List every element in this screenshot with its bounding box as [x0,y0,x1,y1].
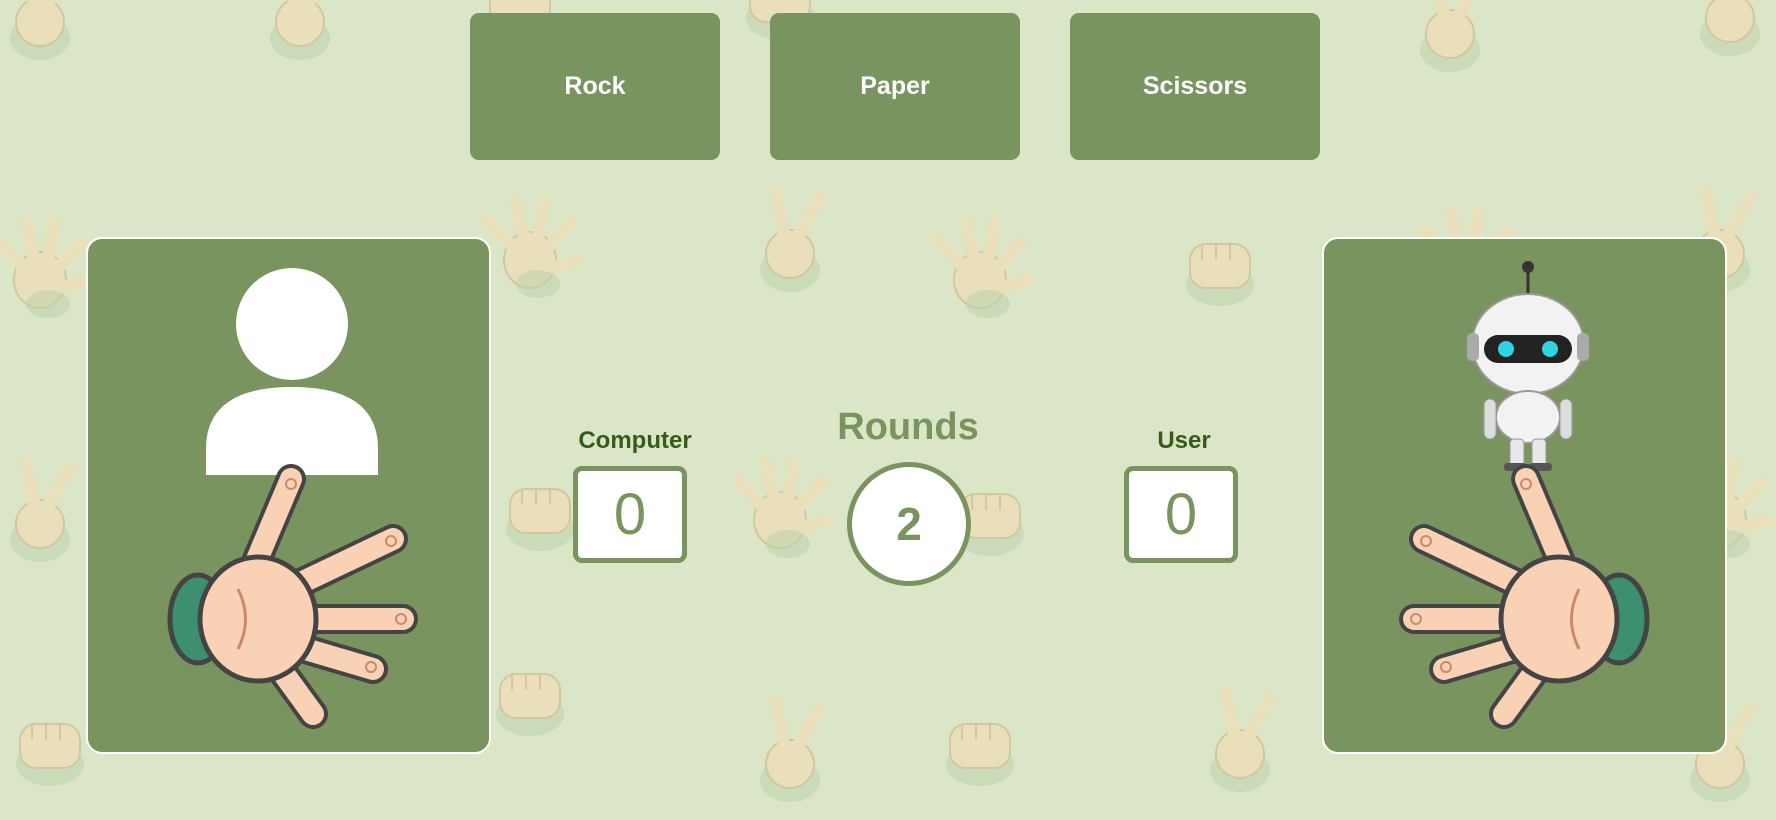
scissors-button[interactable]: Scissors [1070,13,1320,160]
rounds-counter: 2 [847,462,971,586]
computer-score-label: Computer [578,427,692,454]
rounds-label: Rounds [837,406,979,448]
user-score-label: User [1157,427,1211,454]
rock-button-label: Rock [564,72,626,100]
computer-score-box: 0 [573,466,687,563]
rock-button[interactable]: Rock [470,13,720,160]
user-score-box: 0 [1124,466,1238,563]
paper-button-label: Paper [860,72,930,100]
paper-button[interactable]: Paper [770,13,1020,160]
computer-paper-hand-icon [1399,464,1650,729]
scissors-button-label: Scissors [1142,72,1248,100]
computer-panel [1322,237,1727,754]
user-paper-hand-icon [167,464,418,729]
user-panel [86,237,491,754]
